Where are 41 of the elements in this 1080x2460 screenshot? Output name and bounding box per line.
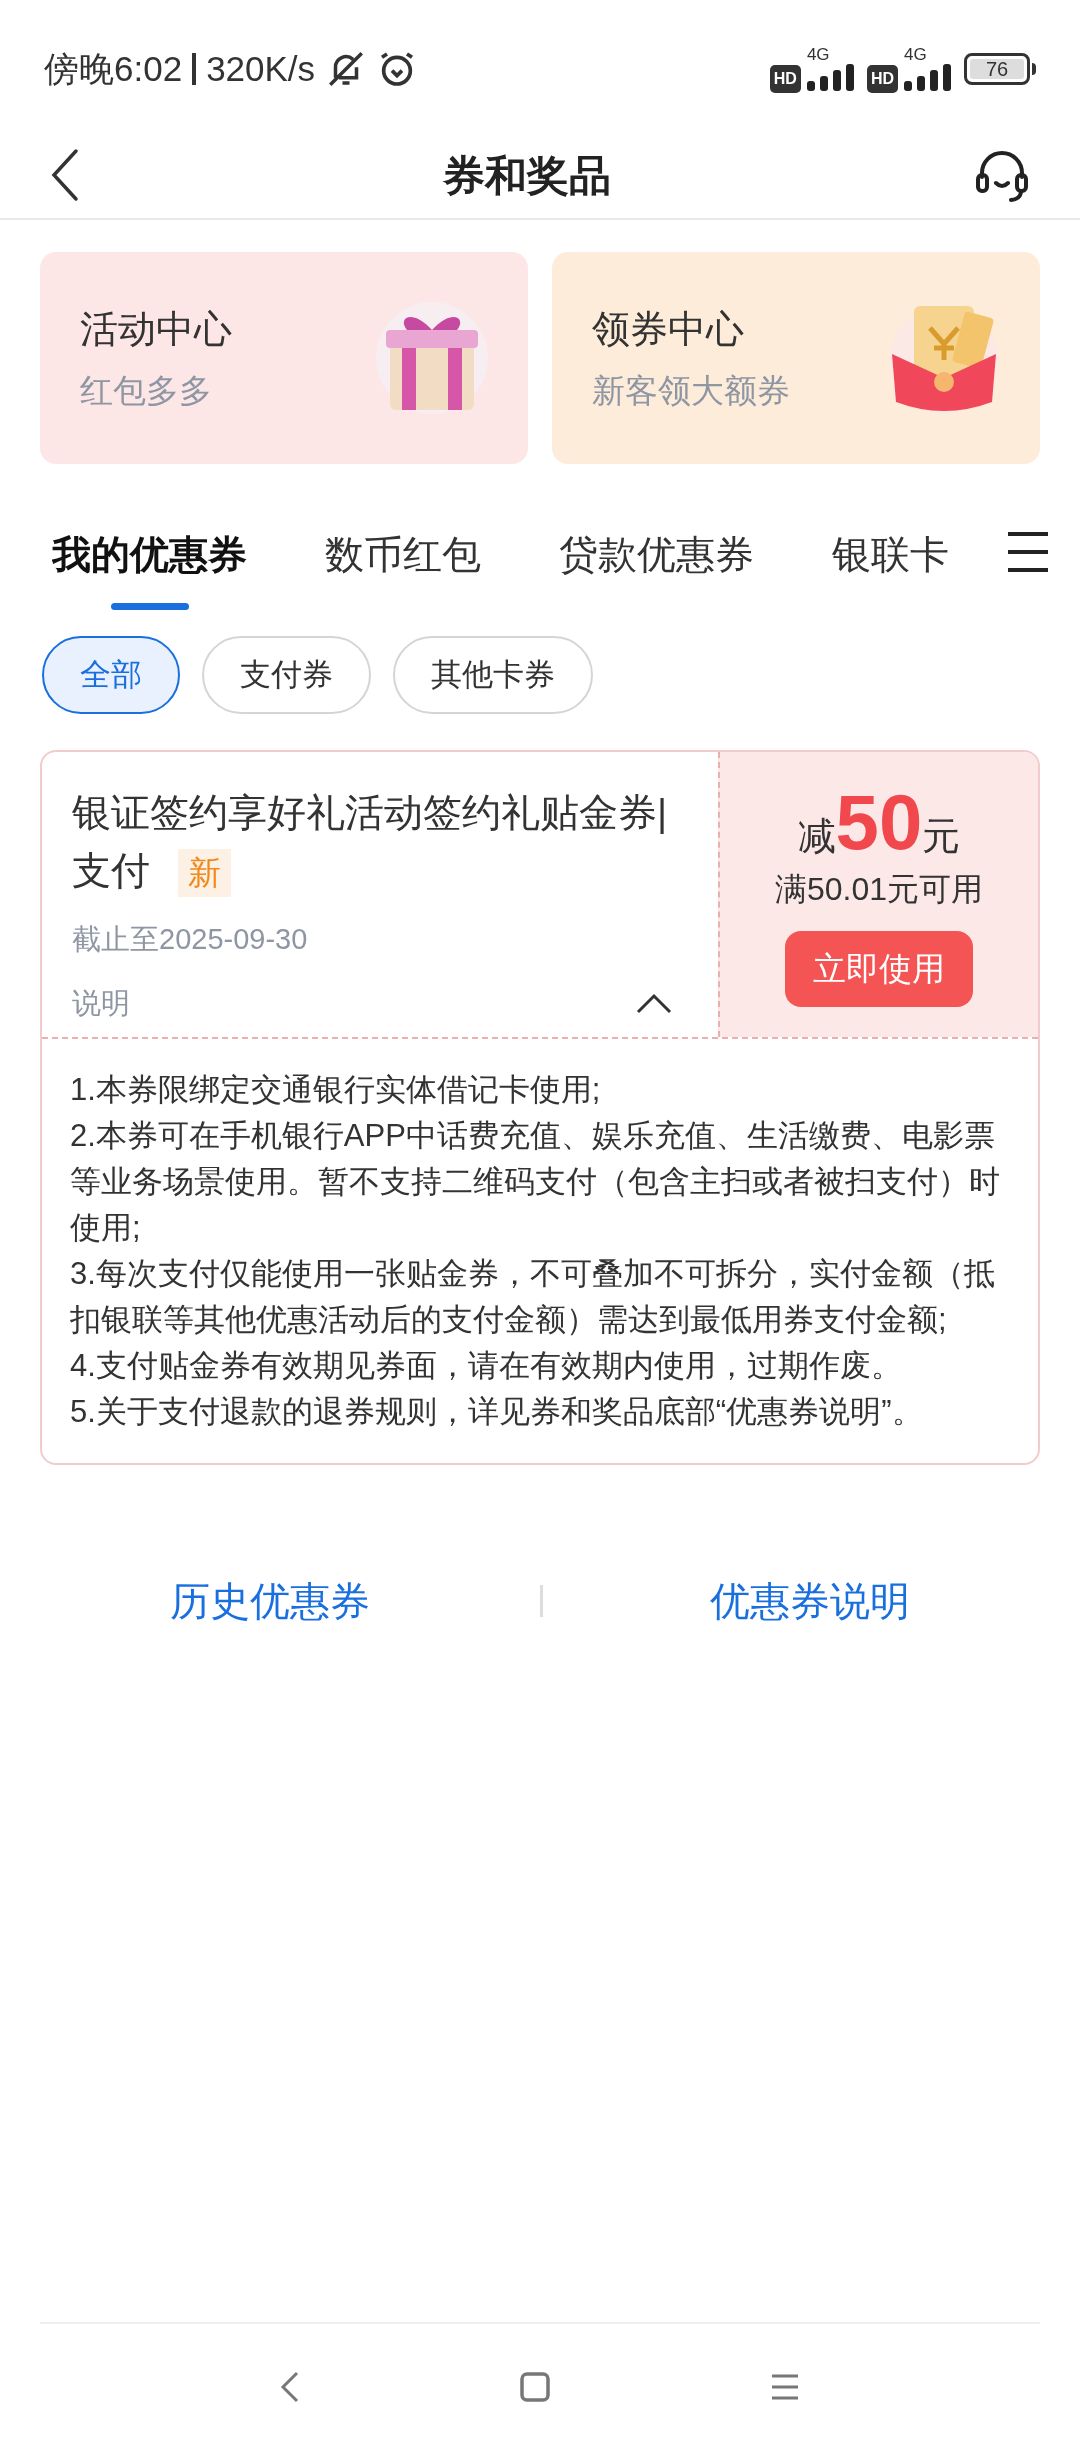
page-title: 券和奖品 (443, 150, 611, 201)
discount-amount: 减50元 (797, 780, 961, 865)
footer-link[interactable]: 历史优惠券 (170, 1571, 370, 1631)
back-icon[interactable] (50, 148, 80, 202)
promo-subtitle: 新客领大额券 (592, 370, 790, 411)
signal-icon (904, 62, 952, 93)
filter-chip[interactable]: 其他卡券 (393, 636, 593, 714)
tab[interactable]: 贷款优惠券 (559, 526, 754, 610)
filter-chip[interactable]: 全部 (42, 636, 180, 714)
network-speed: 320K/s (206, 47, 316, 90)
promo-card[interactable]: 领券中心 新客领大额券 (552, 252, 1040, 464)
home-icon[interactable] (520, 2372, 550, 2402)
coupon-note: 2.本券可在手机银行APP中话费充值、娱乐充值、生活缴费、电影票等业务场景使用。暂不支持二维码支付（包含主扫或者被扫支付）时使用; (70, 1117, 1001, 1247)
promo-card[interactable]: 活动中心 红包多多 (40, 252, 528, 464)
tab[interactable]: 数币红包 (325, 526, 481, 610)
signal-icon (806, 62, 855, 93)
coupon-note: 3.每次支付仅能使用一张贴金券，不可叠加不可拆分，实付金额（抵扣银联等其他优惠活动后的支付金额）需达到最低用券支付金额; (70, 1255, 996, 1339)
promo-subtitle: 红包多多 (80, 370, 213, 411)
footer-link[interactable]: 优惠券说明 (710, 1571, 910, 1631)
menu-icon[interactable] (1006, 530, 1050, 574)
status-time: 傍晚6:02 (44, 47, 183, 90)
battery-level: 76 (970, 59, 1024, 79)
promo-title: 领券中心 (592, 306, 745, 352)
hd-badge: HD (769, 64, 801, 93)
new-badge: 新 (178, 849, 231, 897)
tab[interactable]: 银联卡 (832, 526, 949, 610)
network-type: 4G (806, 45, 830, 63)
coupon-note: 1.本券限绑定交通银行实体借记卡使用; (70, 1071, 602, 1109)
back-nav-icon[interactable] (280, 2371, 300, 2403)
expiry-date: 截止至2025-09-30 (72, 922, 309, 957)
notes-label: 说明 (72, 985, 130, 1021)
coupon-title: 银证签约享好礼活动签约礼贴金券|支付 新 (72, 784, 672, 900)
coupon-note: 5.关于支付退款的退券规则，详见券和奖品底部“优惠券说明”。 (70, 1393, 924, 1431)
network-type: 4G (904, 45, 927, 63)
promo-title: 活动中心 (80, 306, 232, 352)
coupon-note: 4.支付贴金券有效期见券面，请在有效期内使用，过期作废。 (70, 1347, 903, 1385)
usage-condition: 满50.01元可用 (774, 870, 984, 909)
collapse-icon[interactable] (636, 992, 672, 1015)
hd-badge: HD (866, 64, 898, 93)
filter-chip[interactable]: 支付券 (202, 636, 371, 714)
menu-nav-icon[interactable] (770, 2374, 800, 2400)
